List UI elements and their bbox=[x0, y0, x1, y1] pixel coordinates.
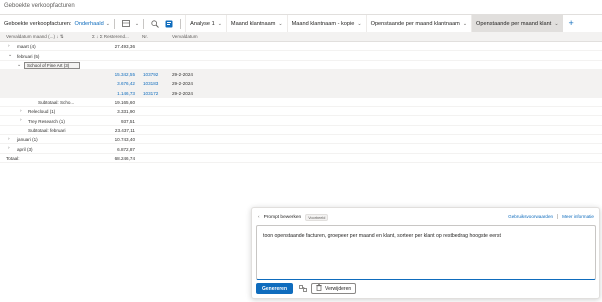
column-header-nr[interactable]: Nr. bbox=[142, 34, 148, 39]
chevron-left-icon[interactable]: ‹ bbox=[258, 215, 260, 220]
column-header-vervaldatum[interactable]: Vervaldatum bbox=[172, 34, 198, 39]
grid-header: Vervaldatum maand (...) ↓ ⇅ Σ ↓ Σ Rester… bbox=[0, 32, 602, 42]
amount-cell: 10.743,40 bbox=[114, 137, 135, 143]
layout-icon[interactable] bbox=[121, 19, 131, 29]
chevron-down-icon: ⌄ bbox=[462, 20, 468, 27]
chevron-right-icon[interactable]: › bbox=[8, 146, 10, 151]
panel-header: ‹ Prompt bewerken Voorbeeld bbox=[258, 214, 329, 221]
panel-links: Gebruiksvoorwaarden Meer informatie bbox=[508, 214, 594, 219]
group-label: Relecloud (1) bbox=[28, 109, 56, 115]
due-date-cell: 29-2-2024 bbox=[172, 72, 193, 78]
data-grid: Vervaldatum maand (...) ↓ ⇅ Σ ↓ Σ Rester… bbox=[0, 32, 602, 163]
tab-openstaande-per-maand-klant[interactable]: Openstaande per maand klant ⌄ bbox=[471, 15, 563, 32]
tab-openstaande-per-maand-klantnaam[interactable]: Openstaande per maand klantnaam ⌄ bbox=[365, 15, 471, 32]
prompt-input[interactable]: toon openstaande facturen, groepeer per … bbox=[256, 225, 596, 280]
preview-badge: Voorbeeld bbox=[305, 214, 329, 221]
amount-cell: 6.872,87 bbox=[117, 146, 135, 152]
references-icon[interactable] bbox=[297, 283, 308, 294]
table-row[interactable]: 1.146,73 103172 29-2-2024 bbox=[0, 88, 602, 98]
amount-cell: 27.493,36 bbox=[114, 44, 135, 50]
view-dropdown-value: Onderhaald bbox=[74, 20, 104, 27]
toolbar-divider bbox=[113, 18, 115, 29]
total-label: Totaal: bbox=[6, 155, 20, 161]
tab-label: Maand klantnaam - kopie bbox=[291, 20, 355, 27]
generate-button[interactable]: Genereren bbox=[256, 283, 294, 294]
chevron-down-icon: ⌄ bbox=[217, 20, 222, 27]
tab-label: Maand klantnaam bbox=[230, 20, 276, 27]
chevron-right-icon[interactable]: › bbox=[8, 44, 10, 49]
panel-actions: Genereren Verwijderen bbox=[256, 283, 357, 294]
document-number-link[interactable]: 103183 bbox=[143, 81, 158, 86]
amount-cell: 3.331,90 bbox=[117, 109, 135, 115]
table-row[interactable]: ⌄ februari (5) bbox=[0, 51, 602, 61]
table-row[interactable]: › Trey Research (1) 937,51 bbox=[0, 116, 602, 126]
table-row[interactable]: › april (3) 6.872,87 bbox=[0, 144, 602, 154]
tab-maand-klantnaam-kopie[interactable]: Maand klantnaam - kopie ⌄ bbox=[286, 15, 366, 32]
document-number-link[interactable]: 103172 bbox=[143, 91, 158, 96]
amount-link[interactable]: 3.676,42 bbox=[105, 81, 135, 86]
table-row[interactable]: › januari (1) 10.743,40 bbox=[0, 135, 602, 145]
chevron-right-icon[interactable]: › bbox=[20, 109, 22, 114]
tab-analyse-1[interactable]: Analyse 1 ⌄ bbox=[185, 15, 226, 32]
add-tab-button[interactable]: + bbox=[569, 19, 574, 28]
chevron-down-icon: ⌄ bbox=[105, 20, 110, 27]
delete-label: Verwijderen bbox=[325, 285, 352, 292]
toolbar-divider bbox=[180, 18, 182, 29]
tab-label: Openstaande per maand klantnaam bbox=[370, 20, 460, 27]
column-header-vervaldatum-maand[interactable]: Vervaldatum maand (...) ↓ ⇅ bbox=[6, 34, 64, 40]
table-row[interactable]: › maart (4) 27.493,36 bbox=[0, 42, 602, 52]
group-label: april (3) bbox=[17, 146, 33, 152]
amount-link[interactable]: 1.146,73 bbox=[105, 91, 135, 96]
analysis-mode-icon[interactable] bbox=[164, 19, 174, 29]
toolbar-divider bbox=[143, 18, 145, 29]
chevron-down-icon[interactable]: ⌄ bbox=[17, 63, 21, 68]
table-row: Subtotaal: Scho... 19.165,60 bbox=[0, 98, 602, 108]
table-row[interactable]: 15.342,55 103792 29-2-2024 bbox=[0, 69, 602, 80]
chevron-down-icon[interactable]: ⌄ bbox=[8, 53, 12, 58]
chevron-down-icon: ⌄ bbox=[554, 20, 559, 27]
subtotal-label: Subtotaal: Scho... bbox=[38, 100, 75, 106]
chevron-right-icon[interactable]: › bbox=[20, 118, 22, 123]
group-label: Trey Research (1) bbox=[28, 118, 65, 124]
amount-cell: 19.165,60 bbox=[114, 100, 135, 106]
chevron-down-icon[interactable]: ⌄ bbox=[135, 21, 139, 27]
amount-cell: 937,51 bbox=[120, 118, 135, 124]
due-date-cell: 29-2-2024 bbox=[172, 90, 193, 96]
total-amount: 68.246,74 bbox=[114, 155, 135, 161]
prompt-text: toon openstaande facturen, groepeer per … bbox=[263, 233, 501, 239]
subtotal-label: Subtotaal: februari bbox=[28, 127, 66, 133]
table-row: Subtotaal: februari 23.437,11 bbox=[0, 126, 602, 135]
tab-label: Analyse 1 bbox=[190, 20, 215, 27]
more-info-link[interactable]: Meer informatie bbox=[557, 214, 594, 219]
group-label: februari (5) bbox=[17, 53, 40, 59]
chevron-right-icon[interactable]: › bbox=[8, 137, 10, 142]
page-title: Geboekte verkoopfacturen bbox=[4, 3, 75, 9]
toolbar: Geboekte verkoopfacturen: Onderhaald ⌄ ⌄… bbox=[0, 15, 602, 32]
column-header-resterend[interactable]: Σ ↓ Σ Resterend... bbox=[92, 34, 129, 39]
chevron-down-icon: ⌄ bbox=[278, 20, 283, 27]
amount-cell: 23.437,11 bbox=[114, 127, 135, 133]
copilot-prompt-panel: ‹ Prompt bewerken Voorbeeld Gebruiksvoor… bbox=[251, 207, 600, 299]
document-number-link[interactable]: 103792 bbox=[143, 72, 158, 77]
tab-label: Openstaande per maand klant bbox=[476, 20, 552, 27]
table-row[interactable]: ⌄ School of Fine Art (3) bbox=[0, 61, 602, 70]
amount-link[interactable]: 15.342,55 bbox=[105, 72, 135, 77]
group-label: januari (1) bbox=[17, 137, 38, 143]
trash-icon bbox=[316, 284, 322, 293]
delete-button[interactable]: Verwijderen bbox=[311, 283, 357, 294]
chevron-down-icon: ⌄ bbox=[357, 20, 362, 27]
group-label: maart (4) bbox=[17, 44, 36, 50]
due-date-cell: 29-2-2024 bbox=[172, 81, 193, 87]
terms-link[interactable]: Gebruiksvoorwaarden bbox=[508, 214, 553, 219]
view-label: Geboekte verkoopfacturen: bbox=[4, 20, 72, 27]
tab-maand-klantnaam[interactable]: Maand klantnaam ⌄ bbox=[225, 15, 287, 32]
group-label: School of Fine Art (3) bbox=[27, 62, 70, 68]
selected-group-cell[interactable]: School of Fine Art (3) bbox=[24, 61, 80, 69]
table-row: Totaal: 68.246,74 bbox=[0, 154, 602, 163]
view-dropdown[interactable]: Onderhaald ⌄ bbox=[74, 21, 109, 27]
table-row[interactable]: › Relecloud (1) 3.331,90 bbox=[0, 107, 602, 117]
edit-prompt-title[interactable]: Prompt bewerken bbox=[264, 215, 302, 220]
table-row[interactable]: 3.676,42 103183 29-2-2024 bbox=[0, 79, 602, 89]
search-icon[interactable] bbox=[150, 19, 160, 29]
